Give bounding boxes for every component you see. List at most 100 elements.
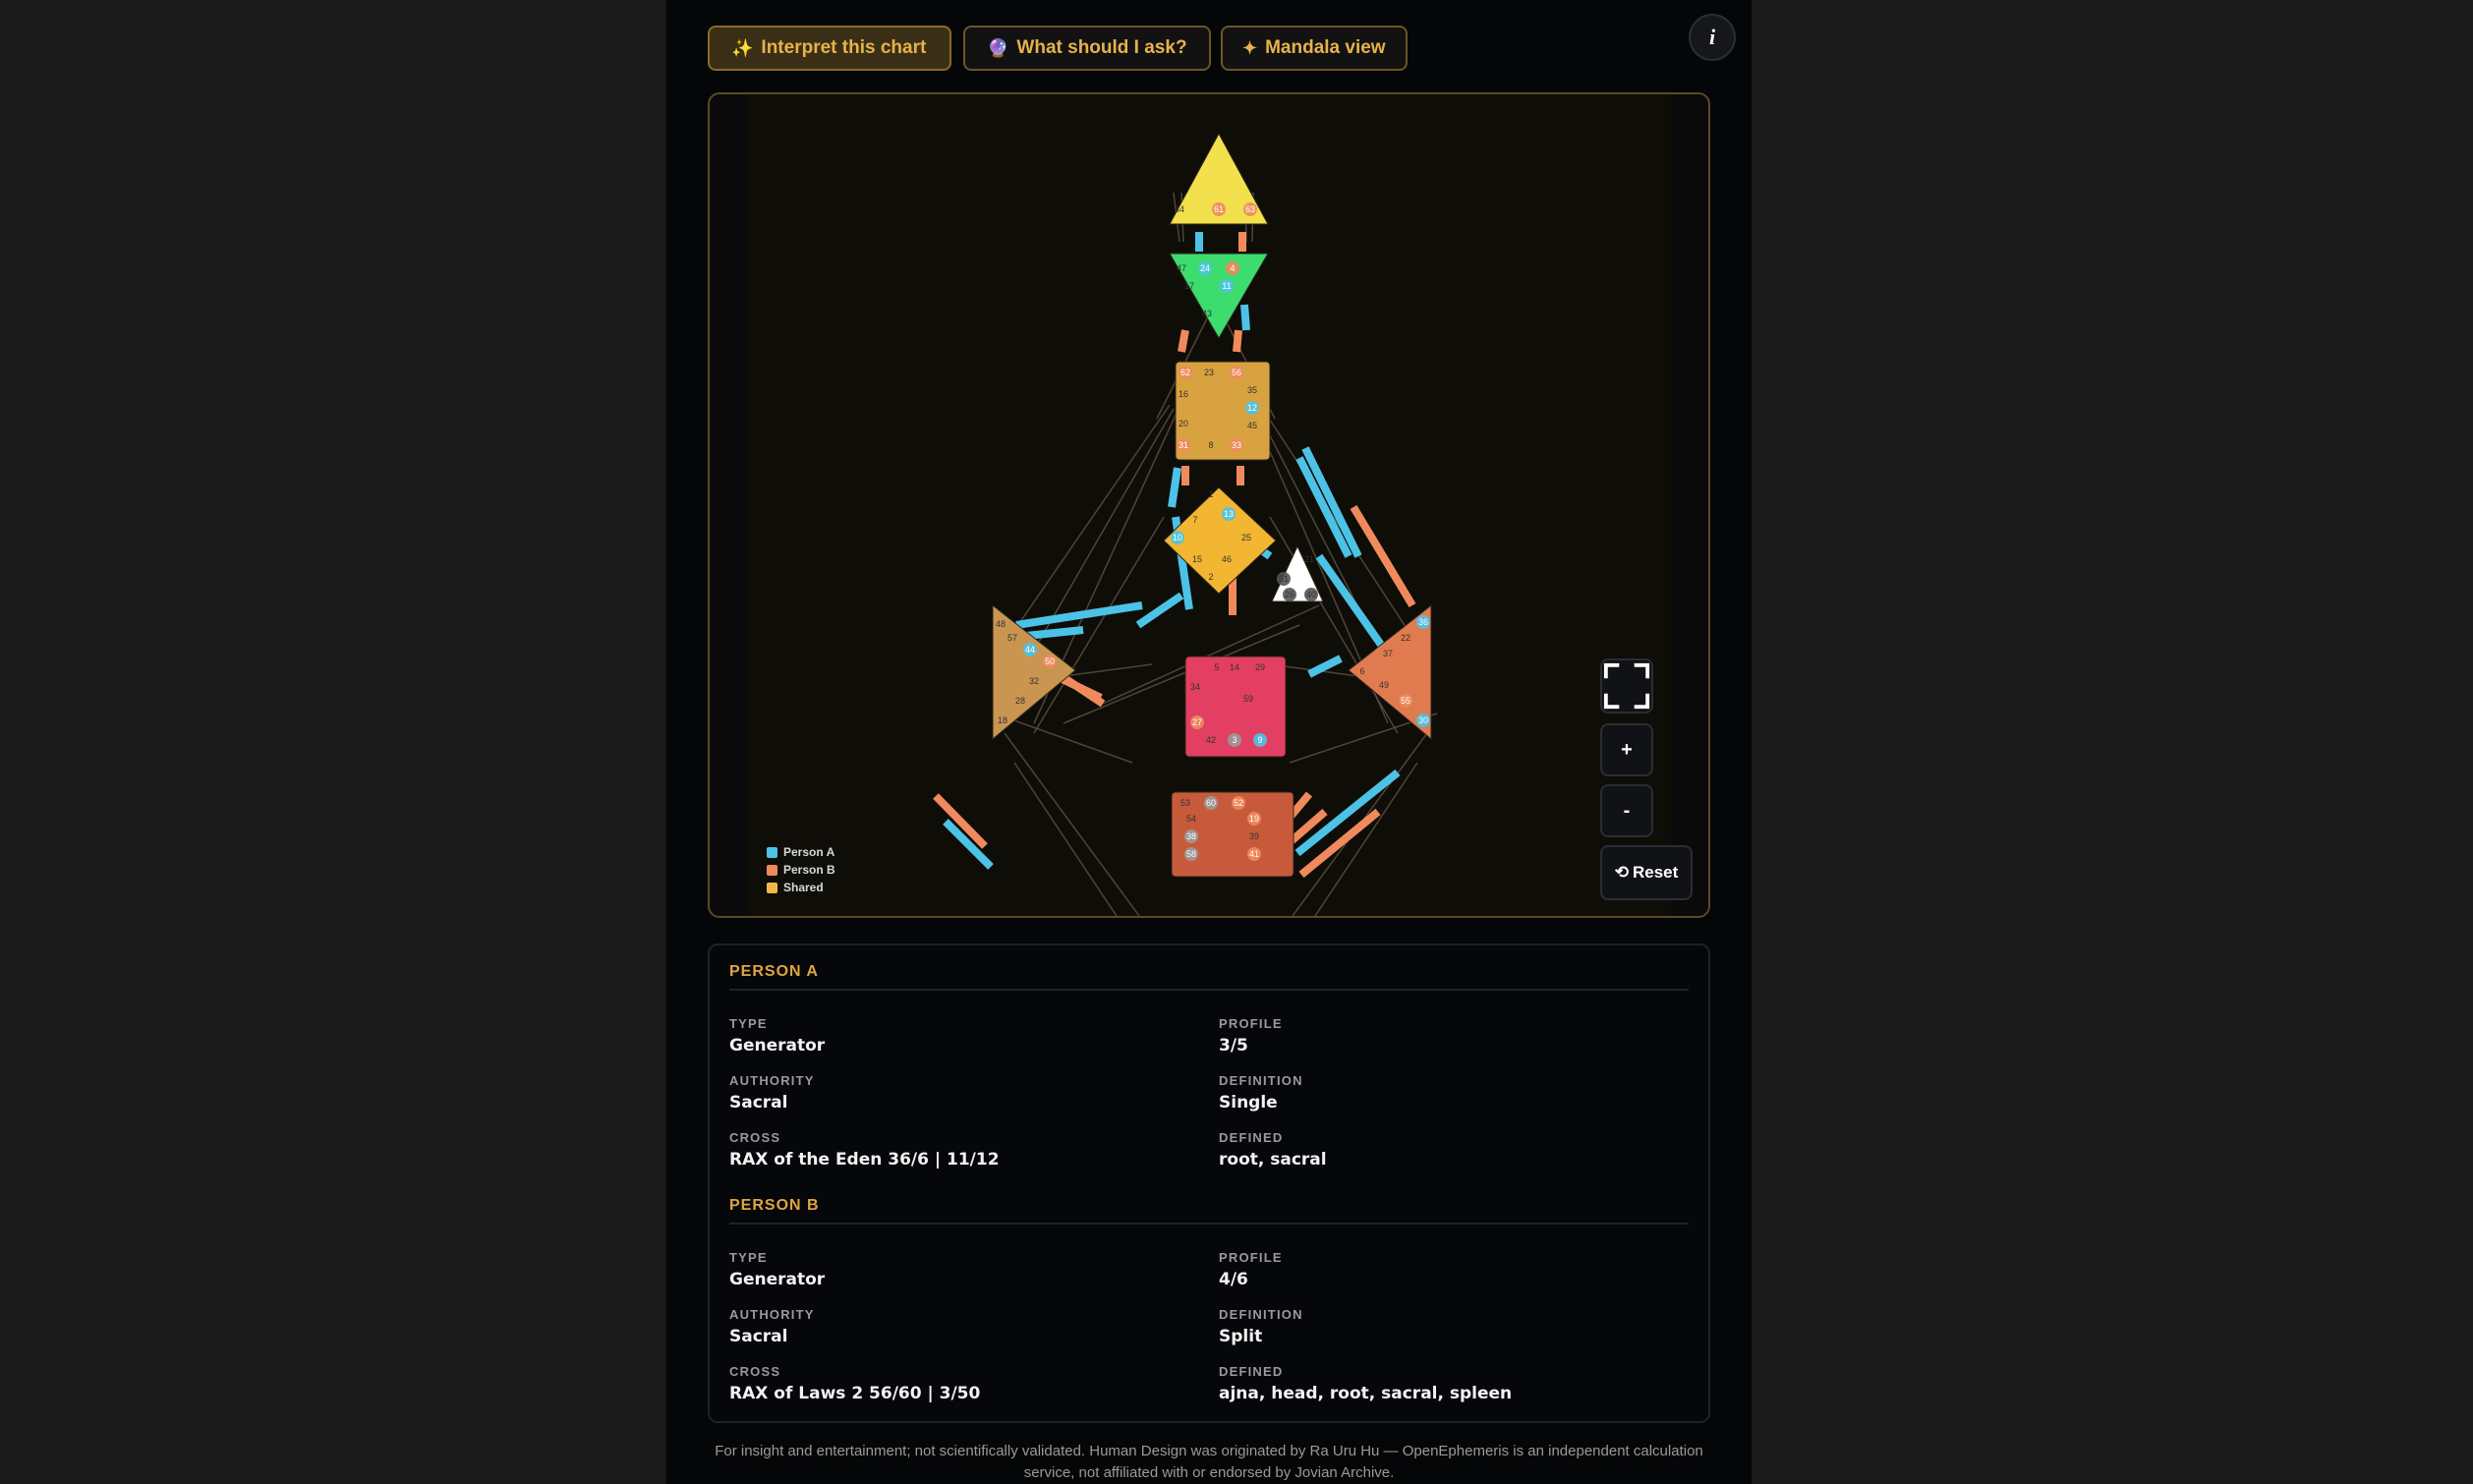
gate-number: 28: [1015, 696, 1025, 706]
person-a-type-value: Generator: [729, 1036, 826, 1056]
app-column: ✨ Interpret this chart 🔮 What should I a…: [666, 0, 1752, 1484]
gate-number: 15: [1192, 554, 1202, 564]
gate-number: 17: [1184, 281, 1194, 291]
person-b-type-value: Generator: [729, 1270, 826, 1289]
person-b-cross-label: CROSS: [729, 1364, 781, 1379]
info-button[interactable]: i: [1689, 14, 1736, 61]
active-channel-line: [1178, 329, 1189, 353]
what-should-i-ask-button[interactable]: 🔮 What should I ask?: [963, 26, 1211, 71]
legend-swatch: [767, 882, 777, 893]
reset-button[interactable]: ⟲ Reset: [1600, 845, 1693, 900]
bodygraph-panel: 64 61 63 47 24 4 17 11 43 62 23 56 16 35 12 20 45 31 8 33 1 1…: [708, 92, 1710, 918]
person-b-cross-value: RAX of Laws 2 56/60 | 3/50: [729, 1384, 981, 1403]
gate-number: 16: [1179, 389, 1188, 399]
gate-number: 12: [1247, 403, 1257, 413]
fullscreen-button[interactable]: [1600, 658, 1653, 713]
gate-number: 21: [1304, 554, 1314, 564]
gate-number: 11: [1222, 281, 1231, 291]
gate-number: 64: [1175, 204, 1184, 214]
gate-number: 45: [1247, 421, 1257, 430]
sparkles-icon: ✨: [731, 37, 754, 58]
gate-number: 41: [1249, 849, 1259, 859]
person-a-profile-value: 3/5: [1219, 1036, 1248, 1056]
gate-number: 22: [1401, 633, 1410, 643]
minus-icon: -: [1623, 799, 1631, 822]
person-a-definition-label: DEFINITION: [1219, 1073, 1303, 1088]
active-channel-line: [1233, 329, 1242, 353]
what-should-i-ask-label: What should I ask?: [1016, 37, 1187, 58]
gate-number: 50: [1045, 656, 1055, 666]
gate-number: 23: [1204, 368, 1214, 377]
fullscreen-icon: [1603, 662, 1650, 710]
gate-number: 42: [1206, 735, 1216, 745]
legend-label: Person B: [783, 863, 835, 877]
reset-icon: ⟲: [1614, 863, 1629, 882]
gate-number: 9: [1257, 735, 1262, 745]
person-a-type-label: TYPE: [729, 1016, 768, 1031]
gate-number: 7: [1192, 515, 1197, 525]
person-a-profile-label: PROFILE: [1219, 1016, 1283, 1031]
gate-number: 20: [1179, 419, 1188, 428]
zoom-out-button[interactable]: -: [1600, 784, 1653, 837]
reset-label: Reset: [1632, 863, 1679, 882]
legend-label: Shared: [783, 881, 824, 894]
interpret-chart-label: Interpret this chart: [761, 37, 927, 58]
person-a-authority-value: Sacral: [729, 1093, 788, 1113]
gate-number: 55: [1401, 696, 1410, 706]
person-b-heading: PERSON B: [729, 1197, 820, 1214]
person-a-heading: PERSON A: [729, 963, 819, 980]
gate-number: 25: [1241, 533, 1251, 542]
gate-number: 1: [1208, 489, 1213, 499]
gate-number: 32: [1029, 676, 1039, 686]
disclaimer-footer: For insight and entertainment; not scien…: [715, 1443, 1703, 1481]
gate-number: 27: [1192, 717, 1202, 727]
gate-number: 5: [1214, 662, 1219, 672]
person-a-definition-value: Single: [1219, 1093, 1278, 1113]
zoom-in-button[interactable]: +: [1600, 723, 1653, 776]
gate-number: 36: [1418, 617, 1428, 627]
person-details-panel: PERSON A TYPE Generator PROFILE 3/5 AUTH…: [708, 943, 1710, 1423]
gate-number: 33: [1232, 440, 1241, 450]
gate-number: 29: [1255, 662, 1265, 672]
gate-number: 40: [1306, 590, 1316, 599]
gate-number: 8: [1208, 440, 1213, 450]
gate-number: 14: [1230, 662, 1239, 672]
gate-number: 24: [1200, 263, 1210, 273]
gate-number: 51: [1279, 574, 1289, 584]
gate-number: 38: [1186, 831, 1196, 841]
mandala-view-label: Mandala view: [1265, 37, 1386, 58]
legend-item-shared: Shared: [767, 879, 835, 896]
person-b-profile-label: PROFILE: [1219, 1250, 1283, 1265]
gate-number: 39: [1249, 831, 1259, 841]
gate-number: 47: [1177, 263, 1186, 273]
gate-number: 61: [1214, 204, 1224, 214]
gate-number: 59: [1243, 694, 1253, 704]
gate-number: 44: [1025, 645, 1035, 655]
person-b-defined-label: DEFINED: [1219, 1364, 1284, 1379]
gate-number: 4: [1230, 263, 1235, 273]
gate-number: 43: [1202, 309, 1212, 318]
divider: [729, 1223, 1689, 1225]
interpret-chart-button[interactable]: ✨ Interpret this chart: [708, 26, 951, 71]
gate-number: 46: [1222, 554, 1232, 564]
mandala-view-button[interactable]: ✦ Mandala view: [1221, 26, 1408, 71]
person-b-authority-value: Sacral: [729, 1327, 788, 1346]
gate-number: 31: [1179, 440, 1188, 450]
gate-number: 60: [1206, 798, 1216, 808]
person-a-authority-label: AUTHORITY: [729, 1073, 815, 1088]
person-a-defined-label: DEFINED: [1219, 1130, 1284, 1145]
gate-number: 58: [1186, 849, 1196, 859]
active-channel-line: [1240, 304, 1250, 331]
gate-number: 10: [1173, 533, 1182, 542]
gate-number: 63: [1245, 204, 1255, 214]
person-b-profile-value: 4/6: [1219, 1270, 1248, 1289]
gate-number: 48: [996, 619, 1006, 629]
person-b-type-label: TYPE: [729, 1250, 768, 1265]
gate-number: 13: [1224, 509, 1234, 519]
plus-icon: +: [1621, 738, 1633, 761]
bodygraph-chart[interactable]: 64 61 6347 24 417 114362 23 5616 351220 4531 8 3311…: [710, 94, 1708, 916]
gate-number: 62: [1180, 368, 1190, 377]
person-a-cross-label: CROSS: [729, 1130, 781, 1145]
info-icon: i: [1708, 25, 1716, 49]
legend-item-person-b: Person B: [767, 861, 835, 879]
